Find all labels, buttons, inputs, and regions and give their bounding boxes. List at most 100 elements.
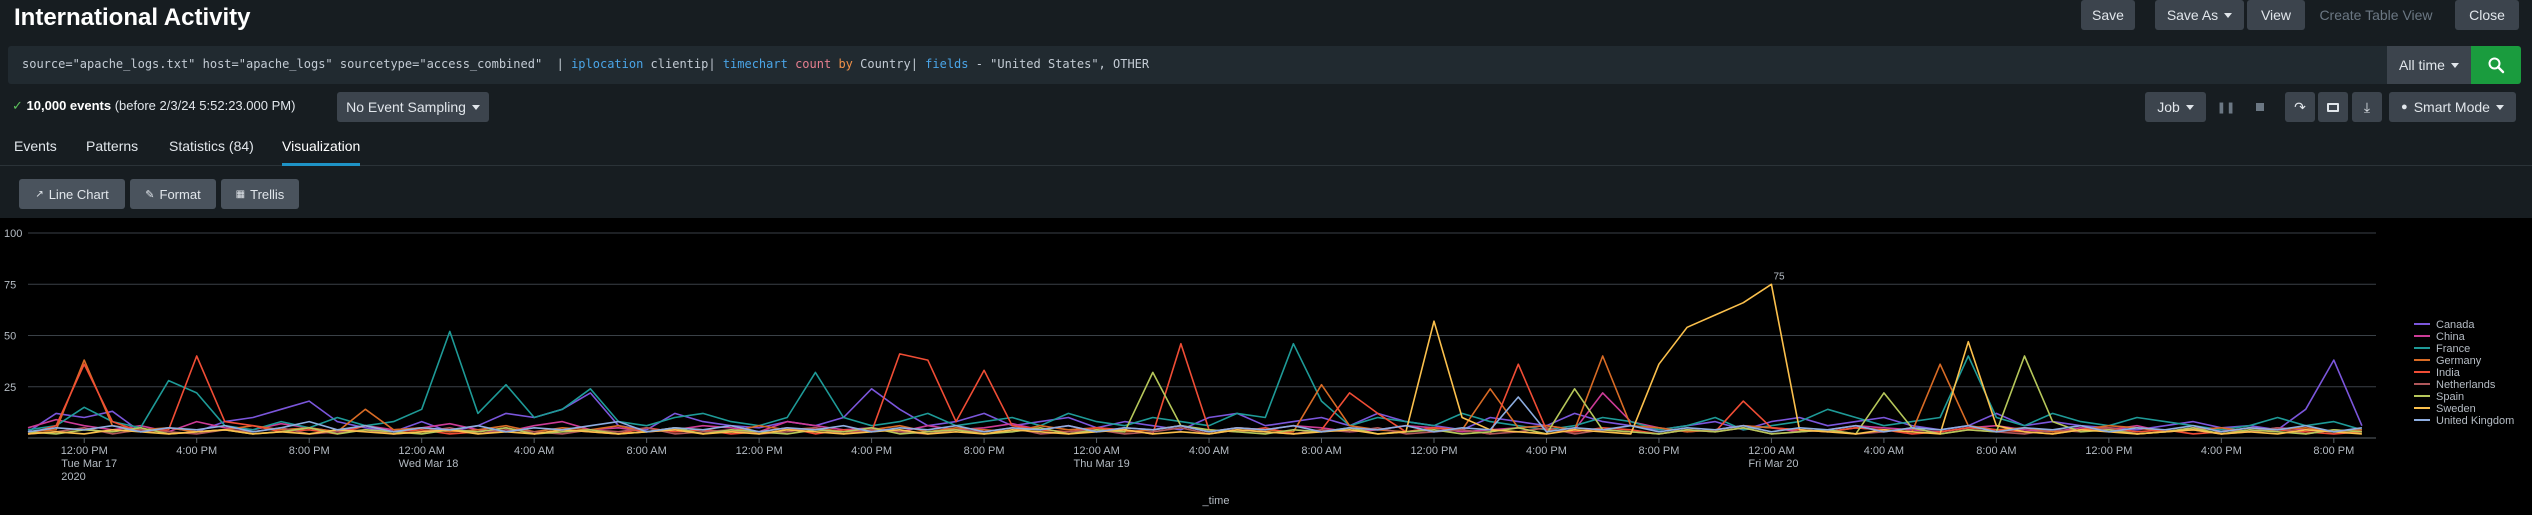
stop-button[interactable] <box>2249 92 2271 122</box>
pause-icon: ❚❚ <box>2216 101 2236 114</box>
viz-toolbar: ↗ Line Chart ✎ Format ▦ Trellis <box>0 166 2532 218</box>
x-axis-title: _time <box>1202 495 1230 507</box>
tab-events[interactable]: Events <box>14 138 57 166</box>
tab-bar: Events Patterns Statistics (84) Visualiz… <box>0 130 2532 166</box>
search-button[interactable] <box>2471 46 2521 84</box>
search-mode-label: Smart Mode <box>2413 99 2490 115</box>
save-as-label: Save As <box>2166 7 2219 23</box>
export-button[interactable]: ⤓ <box>2352 92 2382 122</box>
data-label: 75 <box>1773 271 1785 282</box>
time-range-picker[interactable]: All time <box>2387 46 2471 84</box>
x-tick-label: 8:00 PM <box>2313 445 2354 457</box>
query-text: clientip| <box>643 57 723 71</box>
line-chart[interactable]: 25507510012:00 PMTue Mar 1720204:00 PM 8:… <box>0 218 2532 515</box>
x-tick-label: 4:00 AM <box>1864 445 1904 457</box>
legend-item: India <box>2436 367 2461 379</box>
legend-item: Sweden <box>2436 403 2476 415</box>
search-mode-dropdown[interactable]: ● Smart Mode <box>2389 92 2516 122</box>
format-label: Format <box>159 186 201 202</box>
x-tick-label: 4:00 PM <box>1526 445 1567 457</box>
legend-item: China <box>2436 331 2466 343</box>
save-as-button[interactable]: Save As <box>2155 0 2244 30</box>
check-icon: ✓ <box>12 98 23 113</box>
bulb-icon: ● <box>2401 101 2408 113</box>
close-button[interactable]: Close <box>2455 0 2519 30</box>
x-tick-label: 8:00 AM <box>626 445 666 457</box>
x-tick-label: 4:00 PM <box>851 445 892 457</box>
legend-item: Spain <box>2436 391 2464 403</box>
x-tick-label: 12:00 PM <box>1410 445 1457 457</box>
share-button[interactable]: ↷ <box>2285 92 2315 122</box>
job-label: Job <box>2157 99 2180 115</box>
query-command: fields <box>925 57 969 71</box>
x-tick-label: 12:00 PM <box>736 445 783 457</box>
pause-button[interactable]: ❚❚ <box>2215 92 2237 122</box>
query-text: - "United States", OTHER <box>968 57 1150 71</box>
line-chart-icon: ↗ <box>35 188 44 200</box>
x-tick-sublabel: Wed Mar 18 <box>399 458 459 470</box>
format-button[interactable]: ✎ Format <box>130 179 216 209</box>
print-button[interactable] <box>2318 92 2348 122</box>
search-icon <box>2488 57 2505 74</box>
legend-item: France <box>2436 343 2470 355</box>
x-tick-label: 8:00 PM <box>964 445 1005 457</box>
series-line-china <box>27 392 2362 433</box>
grid-icon: ▦ <box>235 188 246 200</box>
page-title: International Activity <box>14 4 251 31</box>
event-sampling-dropdown[interactable]: No Event Sampling <box>337 92 489 122</box>
print-icon <box>2327 102 2339 112</box>
query-function: count <box>795 57 832 71</box>
query-keyword: by <box>838 57 853 71</box>
x-tick-label: 8:00 AM <box>1301 445 1341 457</box>
legend-item: Germany <box>2436 355 2482 367</box>
x-tick-label: 12:00 PM <box>2085 445 2132 457</box>
series-line-sweden <box>27 283 2362 435</box>
x-tick-label: 8:00 PM <box>1638 445 1679 457</box>
caret-down-icon <box>2185 104 2194 110</box>
y-tick-label: 50 <box>4 331 16 343</box>
caret-down-icon <box>2450 62 2459 68</box>
line-chart-button[interactable]: ↗ Line Chart <box>19 179 125 209</box>
job-status-row: ✓ 10,000 events (before 2/3/24 5:52:23.0… <box>0 90 2532 126</box>
y-tick-label: 100 <box>4 228 22 240</box>
save-button[interactable]: Save <box>2081 0 2135 30</box>
x-tick-sublabel: 2020 <box>61 471 85 483</box>
search-bar[interactable]: source="apache_logs.txt" host="apache_lo… <box>8 46 2387 84</box>
legend-item: Canada <box>2436 319 2475 331</box>
tab-statistics[interactable]: Statistics (84) <box>169 138 254 166</box>
event-count-bold: 10,000 events <box>26 98 112 113</box>
x-tick-label: 8:00 AM <box>1976 445 2016 457</box>
query-command: iplocation <box>571 57 644 71</box>
view-button[interactable]: View <box>2247 0 2305 30</box>
query-text <box>788 57 795 71</box>
line-chart-label: Line Chart <box>48 186 109 202</box>
series-line-united-kingdom <box>27 396 2363 433</box>
stop-icon <box>2256 103 2264 111</box>
title-bar: International Activity Save Save As View… <box>0 0 2532 40</box>
caret-down-icon <box>471 104 480 110</box>
x-tick-label: 4:00 AM <box>514 445 554 457</box>
x-tick-label: 12:00 AM <box>398 445 444 457</box>
trellis-label: Trellis <box>250 186 285 202</box>
x-tick-label: 4:00 PM <box>2201 445 2242 457</box>
trellis-button[interactable]: ▦ Trellis <box>221 179 299 209</box>
event-count-detail: (before 2/3/24 5:52:23.000 PM) <box>111 98 296 113</box>
chart-panel: 25 50 75 100 12:00 PM Tue Mar 17 2020 4:00 PM 8:… <box>0 218 2532 515</box>
x-tick-label: 8:00 PM <box>289 445 330 457</box>
legend-item: United Kingdom <box>2436 415 2514 427</box>
caret-down-icon <box>2224 12 2233 18</box>
time-range-label: All time <box>2399 57 2445 73</box>
x-tick-label: 12:00 PM <box>61 445 108 457</box>
y-tick-label: 75 <box>4 279 16 291</box>
event-sampling-label: No Event Sampling <box>346 99 466 115</box>
tab-patterns[interactable]: Patterns <box>86 138 138 166</box>
create-table-view-button[interactable]: Create Table View <box>2312 0 2440 30</box>
job-menu[interactable]: Job <box>2145 92 2206 122</box>
x-tick-sublabel: Tue Mar 17 <box>61 458 117 470</box>
search-query[interactable]: source="apache_logs.txt" host="apache_lo… <box>22 57 1149 71</box>
tab-visualization[interactable]: Visualization <box>282 138 361 166</box>
x-tick-label: 12:00 AM <box>1748 445 1794 457</box>
x-tick-label: 12:00 AM <box>1073 445 1119 457</box>
query-text: Country| <box>852 57 926 71</box>
pencil-icon: ✎ <box>145 188 155 201</box>
